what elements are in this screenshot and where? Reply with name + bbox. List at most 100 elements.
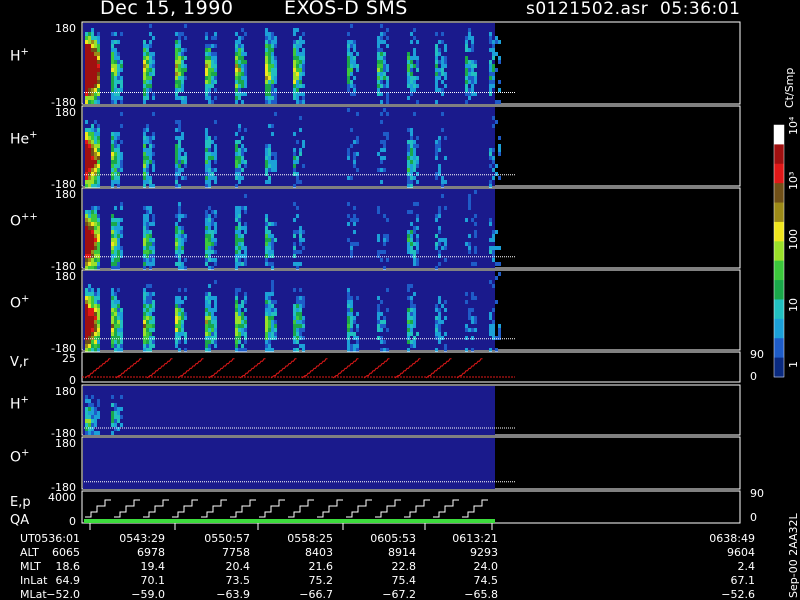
spectrogram-cell (120, 100, 123, 104)
spectrogram-cell (495, 276, 498, 280)
spectrogram-cell (444, 60, 447, 64)
spectrogram-cell (205, 88, 208, 92)
spectrogram-cell (120, 76, 123, 80)
spectrogram-cell (205, 332, 208, 336)
spectrogram-cell (296, 312, 299, 316)
spectrogram-cell (489, 222, 492, 226)
spectrogram-cell (268, 88, 271, 92)
spectrogram-cell (471, 292, 474, 296)
spectrogram-cell (211, 332, 214, 336)
spectrogram-cell (244, 328, 247, 332)
spectrogram-cell (380, 64, 383, 68)
spectrogram-cell (435, 214, 438, 218)
spectrogram-cell (235, 242, 238, 246)
spectrogram-cell (435, 148, 438, 152)
spectrogram-cell (175, 234, 178, 238)
spectrogram-cell (178, 288, 181, 292)
spectrogram-cell (268, 80, 271, 84)
spectrogram-cell (350, 250, 353, 254)
spectrogram-cell (293, 250, 296, 254)
spectrogram-cell (474, 214, 477, 218)
spectrogram-cell (410, 176, 413, 180)
spectrogram-cell (94, 316, 97, 320)
spectrogram-cell (293, 64, 296, 68)
spectrogram-cell (120, 60, 123, 64)
spectrogram-cell (238, 210, 241, 214)
spectrogram-cell (208, 72, 211, 76)
spectrogram-cell (175, 32, 178, 36)
spectrogram-cell (205, 180, 208, 184)
table-cell: −52.6 (721, 588, 755, 600)
spectrogram-cell (114, 144, 117, 148)
spectrogram-cell (347, 238, 350, 242)
spectrogram-cell (465, 348, 468, 352)
spectrogram-cell (114, 168, 117, 172)
spectrogram-cell (85, 56, 88, 60)
spectrogram-cell (114, 156, 117, 160)
spectrogram-cell (143, 164, 146, 168)
spectrogram-cell (143, 320, 146, 324)
spectrogram-cell (184, 266, 187, 270)
spectrogram-cell (383, 108, 386, 112)
spectrogram-cell (410, 76, 413, 80)
spectrogram-cell (120, 328, 123, 332)
spectrogram-cell (268, 332, 271, 336)
spectrogram-cell (271, 52, 274, 56)
spectrogram-cell (377, 234, 380, 238)
spectrogram-cell (492, 176, 495, 180)
spectrogram-cell (178, 68, 181, 72)
spectrogram-cell (91, 28, 94, 32)
spectrogram-cell (271, 332, 274, 336)
spectrogram-cell (235, 72, 238, 76)
spectrogram-cell (380, 72, 383, 76)
spectrogram-cell (181, 242, 184, 246)
spectrogram-cell (380, 148, 383, 152)
spectrogram-cell (91, 254, 94, 258)
spectrogram-cell (111, 160, 114, 164)
spectrogram-cell (238, 76, 241, 80)
table-row-label: MLT (20, 560, 41, 573)
spectrogram-cell (299, 60, 302, 64)
spectrogram-cell (152, 246, 155, 250)
spectrogram-cell (97, 230, 100, 234)
spectrogram-cell (205, 242, 208, 246)
spectrogram-cell (214, 210, 217, 214)
spectrogram-cell (299, 44, 302, 48)
spectrogram-cell (143, 184, 146, 188)
spectrogram-cell (268, 72, 271, 76)
spectrogram-cell (293, 246, 296, 250)
spectrogram-cell (214, 56, 217, 60)
spectrogram-cell (465, 242, 468, 246)
spectrogram-cell (208, 222, 211, 226)
spectrogram-cell (268, 254, 271, 258)
spectrogram-cell (205, 238, 208, 242)
spectrogram-cell (302, 238, 305, 242)
spectrogram-cell (111, 423, 114, 427)
spectrogram-cell (495, 68, 498, 72)
quality-bar (84, 519, 495, 523)
spectrogram-cell (386, 288, 389, 292)
spectrogram-cell (380, 300, 383, 304)
spectrogram-cell (244, 254, 247, 258)
spectrogram-cell (416, 60, 419, 64)
spectrogram-cell (386, 36, 389, 40)
spectrogram-cell (274, 312, 277, 316)
spectrogram-cell (143, 152, 146, 156)
spectrogram-cell (413, 112, 416, 116)
spectrogram-cell (114, 52, 117, 56)
spectrogram-cell (146, 328, 149, 332)
spectrogram-cell (435, 60, 438, 64)
spectrogram-cell (175, 308, 178, 312)
table-cell: 2.4 (738, 560, 756, 573)
spectrogram-cell (380, 56, 383, 60)
spectrogram-cell (271, 64, 274, 68)
spectrogram-cell (293, 254, 296, 258)
spectrogram-cell (413, 226, 416, 230)
spectrogram-cell (241, 80, 244, 84)
spectrogram-cell (85, 262, 88, 266)
spectrogram-cell (465, 218, 468, 222)
right-tick-bottom: 0 (750, 370, 757, 383)
spectrogram-cell (296, 340, 299, 344)
spectrogram-cell (91, 206, 94, 210)
table-cell: 21.6 (309, 560, 334, 573)
